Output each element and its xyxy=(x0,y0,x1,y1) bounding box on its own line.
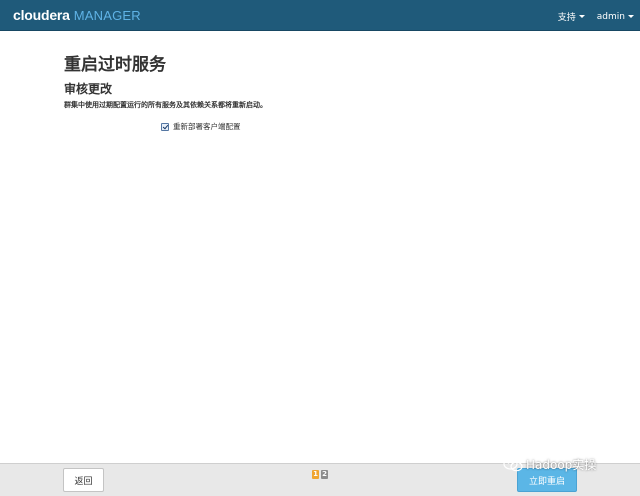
top-nav-bar: cloudera MANAGER 支持 admin xyxy=(0,0,640,31)
redeploy-client-config-option[interactable]: 重新部署客户端配置 xyxy=(161,121,241,132)
redeploy-client-config-label: 重新部署客户端配置 xyxy=(173,122,241,131)
section-title: 审核更改 xyxy=(64,82,113,96)
description-text: 群集中使用过期配置运行的所有服务及其依赖关系都将重新启动。 xyxy=(64,101,267,109)
chevron-down-icon xyxy=(578,15,585,18)
step-1[interactable]: 1 xyxy=(312,470,319,479)
brand-logo[interactable]: cloudera MANAGER xyxy=(13,7,141,24)
redeploy-client-config-checkbox[interactable] xyxy=(161,122,169,131)
watermark: Hadoop实操 xyxy=(503,456,596,473)
top-nav-menu: 支持 admin xyxy=(558,10,634,23)
chevron-down-icon xyxy=(628,15,634,18)
support-menu-label: 支持 xyxy=(557,13,576,23)
admin-menu[interactable]: admin xyxy=(597,10,634,23)
page-title: 重启过时服务 xyxy=(64,55,166,75)
support-menu[interactable]: 支持 xyxy=(558,10,585,23)
step-indicator: 1 2 xyxy=(312,470,328,479)
watermark-text: Hadoop实操 xyxy=(526,458,597,472)
brand-name: cloudera xyxy=(13,7,70,23)
wechat-icon xyxy=(503,457,523,471)
step-2[interactable]: 2 xyxy=(321,470,328,479)
brand-product: MANAGER xyxy=(73,8,141,23)
admin-menu-label: admin xyxy=(596,11,625,22)
back-button[interactable]: 返回 xyxy=(63,468,104,492)
